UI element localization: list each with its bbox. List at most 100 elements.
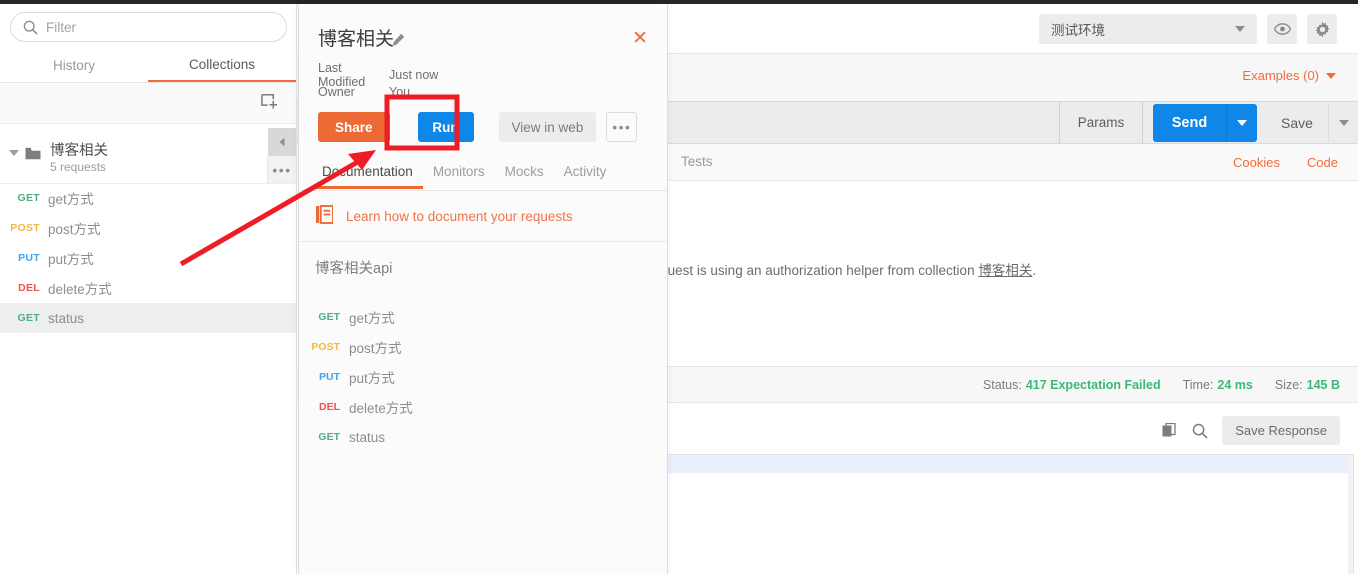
environment-selected-value: 测试环境 bbox=[1051, 23, 1105, 38]
size-badge: Size: 145 B bbox=[1275, 378, 1340, 392]
list-item[interactable]: GET status bbox=[0, 303, 296, 333]
list-item[interactable]: DEL delete方式 bbox=[0, 273, 296, 303]
request-method: DEL bbox=[319, 401, 340, 413]
size-label: Size: bbox=[1274, 378, 1303, 392]
tab-mocks[interactable]: Mocks bbox=[495, 164, 554, 186]
caret-down-icon[interactable] bbox=[9, 150, 19, 156]
collection-request-count: 5 requests bbox=[50, 160, 107, 174]
examples-label: Examples (0) bbox=[1242, 68, 1319, 83]
collection-more-actions-button[interactable]: ••• bbox=[267, 156, 296, 183]
search-input[interactable] bbox=[46, 19, 274, 35]
book-icon bbox=[316, 204, 334, 229]
meta-key: Owner bbox=[318, 84, 355, 99]
collection-name: 博客相关 bbox=[50, 143, 108, 159]
view-in-web-button[interactable]: View in web bbox=[498, 112, 597, 142]
request-name: status bbox=[349, 429, 386, 445]
page-title: 博客相关 bbox=[318, 29, 395, 50]
list-item[interactable]: POST post方式 bbox=[0, 213, 296, 243]
request-method: POST bbox=[10, 222, 40, 234]
pencil-icon[interactable] bbox=[391, 33, 405, 52]
new-collection-icon[interactable] bbox=[261, 93, 278, 115]
tab-activity[interactable]: Activity bbox=[554, 164, 617, 186]
list-item[interactable]: PUT put方式 bbox=[299, 362, 667, 392]
time-badge: Time: 24 ms bbox=[1183, 378, 1253, 392]
chevron-down-icon bbox=[1237, 120, 1247, 126]
request-name: status bbox=[48, 310, 85, 326]
status-value: 417 Expectation Failed bbox=[1025, 378, 1161, 392]
gear-icon bbox=[1314, 21, 1330, 37]
request-method: GET bbox=[17, 312, 40, 324]
list-item[interactable]: DEL delete方式 bbox=[299, 392, 667, 422]
list-item[interactable]: POST post方式 bbox=[299, 332, 667, 362]
search-icon[interactable] bbox=[1192, 423, 1208, 439]
request-method: POST bbox=[311, 341, 340, 353]
tab-collections[interactable]: Collections bbox=[148, 48, 296, 82]
more-actions-button[interactable]: ••• bbox=[606, 112, 638, 142]
list-item[interactable]: GET get方式 bbox=[299, 302, 667, 332]
close-icon[interactable]: ✕ bbox=[632, 29, 648, 48]
save-options-button[interactable] bbox=[1328, 104, 1358, 142]
code-link[interactable]: Code bbox=[1307, 155, 1338, 170]
environment-quick-look-button[interactable] bbox=[1267, 14, 1297, 44]
tab-history[interactable]: History bbox=[0, 48, 148, 82]
request-name: put方式 bbox=[349, 371, 395, 386]
collection-actions: Share Run View in web ••• bbox=[318, 112, 638, 142]
time-label: Time: bbox=[1182, 378, 1214, 392]
collections-toolbar bbox=[0, 83, 296, 124]
request-method: GET bbox=[17, 192, 40, 204]
tab-tests[interactable]: Tests bbox=[681, 154, 713, 169]
meta-row-owner: Owner You bbox=[318, 83, 438, 100]
request-name: delete方式 bbox=[48, 282, 112, 297]
save-response-button[interactable]: Save Response bbox=[1222, 416, 1340, 445]
chevron-down-icon bbox=[1235, 26, 1245, 32]
sidebar: History Collections 博客相关 5 requests bbox=[0, 4, 297, 574]
request-name: put方式 bbox=[48, 252, 94, 267]
tab-documentation[interactable]: Documentation bbox=[312, 164, 423, 189]
copy-icon[interactable] bbox=[1162, 422, 1178, 439]
send-options-button[interactable] bbox=[1226, 104, 1257, 142]
folder-icon bbox=[25, 147, 41, 165]
request-method: GET bbox=[318, 311, 340, 323]
size-value: 145 B bbox=[1306, 378, 1340, 392]
response-meta-group: Status: 417 Expectation Failed Time: 24 ms… bbox=[983, 378, 1340, 392]
params-button[interactable]: Params bbox=[1059, 102, 1143, 143]
share-button[interactable]: Share bbox=[318, 112, 390, 142]
list-item[interactable]: GET get方式 bbox=[0, 183, 296, 213]
auth-note-collection-link[interactable]: 博客相关 bbox=[978, 263, 1032, 278]
auth-note-suffix: . bbox=[1032, 263, 1037, 278]
request-method: DEL bbox=[18, 282, 40, 294]
request-method: GET bbox=[318, 431, 340, 443]
meta-value: You bbox=[389, 84, 411, 99]
run-button[interactable]: Run bbox=[417, 112, 474, 142]
meta-value: Just now bbox=[389, 67, 439, 82]
filter-container bbox=[10, 12, 287, 42]
response-body-scrollbar[interactable] bbox=[1348, 455, 1353, 574]
environment-selector[interactable]: 测试环境 bbox=[1039, 14, 1257, 44]
auth-note-prefix: This request is using an authorization h… bbox=[618, 263, 979, 278]
cookies-link[interactable]: Cookies bbox=[1233, 155, 1280, 170]
learn-documentation-link[interactable]: Learn how to document your requests bbox=[346, 209, 573, 224]
documentation-title: 博客相关api bbox=[315, 261, 393, 277]
collection-detail-panel: 博客相关 ✕ Last Modified Just now Owner You … bbox=[298, 4, 668, 574]
filter-box[interactable] bbox=[10, 12, 287, 42]
save-button[interactable]: Save bbox=[1266, 104, 1328, 142]
eye-icon bbox=[1273, 23, 1291, 35]
collapse-left-icon[interactable] bbox=[268, 128, 296, 156]
time-value: 24 ms bbox=[1217, 378, 1253, 392]
examples-dropdown[interactable]: Examples (0) bbox=[1242, 68, 1336, 83]
postman-app-window: 测试环境 Examples (0) Params Send Save Tests… bbox=[0, 0, 1358, 574]
collection-tabs: Documentation Monitors Mocks Activity bbox=[299, 164, 667, 191]
settings-button[interactable] bbox=[1307, 14, 1337, 44]
request-method: PUT bbox=[319, 371, 340, 383]
send-button[interactable]: Send bbox=[1153, 104, 1226, 142]
request-method: PUT bbox=[18, 252, 40, 264]
list-item[interactable]: GET status bbox=[299, 422, 667, 452]
list-item[interactable]: PUT put方式 bbox=[0, 243, 296, 273]
tab-monitors[interactable]: Monitors bbox=[423, 164, 495, 186]
collection-row[interactable]: 博客相关 5 requests ••• bbox=[0, 128, 296, 184]
response-toolbar: Save Response bbox=[1162, 416, 1340, 445]
sidebar-tabs: History Collections bbox=[0, 48, 296, 83]
request-name: post方式 bbox=[349, 341, 402, 356]
request-name: get方式 bbox=[48, 192, 94, 207]
request-name: delete方式 bbox=[349, 401, 413, 416]
